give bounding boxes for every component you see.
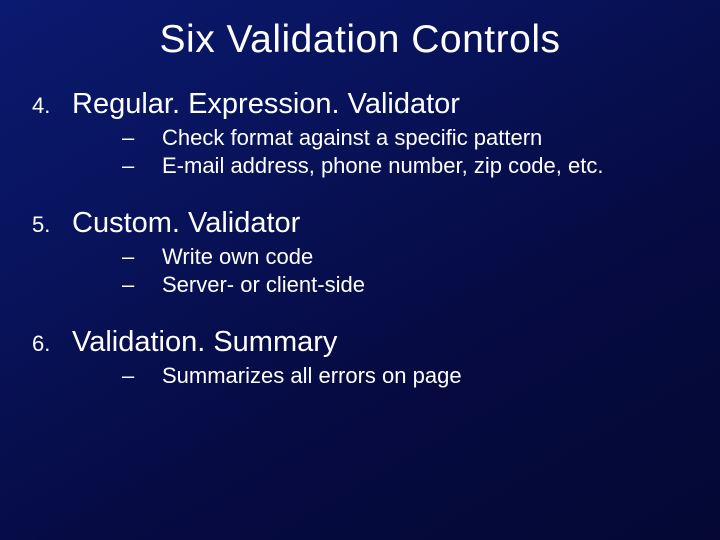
list-item: 5. Custom. Validator (32, 207, 700, 240)
sub-text: E-mail address, phone number, zip code, … (162, 153, 603, 179)
sub-item: – Server- or client-side (122, 272, 700, 298)
item-number: 4. (32, 88, 72, 119)
bullet-dash: – (122, 244, 162, 270)
sub-text: Server- or client-side (162, 272, 365, 298)
sublist: – Write own code – Server- or client-sid… (32, 242, 700, 326)
slide-content: 4. Regular. Expression. Validator – Chec… (0, 70, 720, 417)
bullet-dash: – (122, 363, 162, 389)
item-heading: Regular. Expression. Validator (72, 88, 460, 121)
sub-item: – Write own code (122, 244, 700, 270)
item-number: 6. (32, 326, 72, 357)
sub-item: – Summarizes all errors on page (122, 363, 700, 389)
slide-title: Six Validation Controls (0, 0, 720, 70)
sub-item: – E-mail address, phone number, zip code… (122, 153, 700, 179)
sublist: – Check format against a specific patter… (32, 123, 700, 207)
sub-text: Write own code (162, 244, 313, 270)
sublist: – Summarizes all errors on page (32, 361, 700, 417)
sub-text: Summarizes all errors on page (162, 363, 462, 389)
bullet-dash: – (122, 153, 162, 179)
sub-text: Check format against a specific pattern (162, 125, 542, 151)
list-item: 4. Regular. Expression. Validator (32, 88, 700, 121)
list-item: 6. Validation. Summary (32, 326, 700, 359)
item-heading: Validation. Summary (72, 326, 337, 359)
item-heading: Custom. Validator (72, 207, 300, 240)
item-number: 5. (32, 207, 72, 238)
sub-item: – Check format against a specific patter… (122, 125, 700, 151)
slide: Six Validation Controls 4. Regular. Expr… (0, 0, 720, 540)
bullet-dash: – (122, 272, 162, 298)
bullet-dash: – (122, 125, 162, 151)
